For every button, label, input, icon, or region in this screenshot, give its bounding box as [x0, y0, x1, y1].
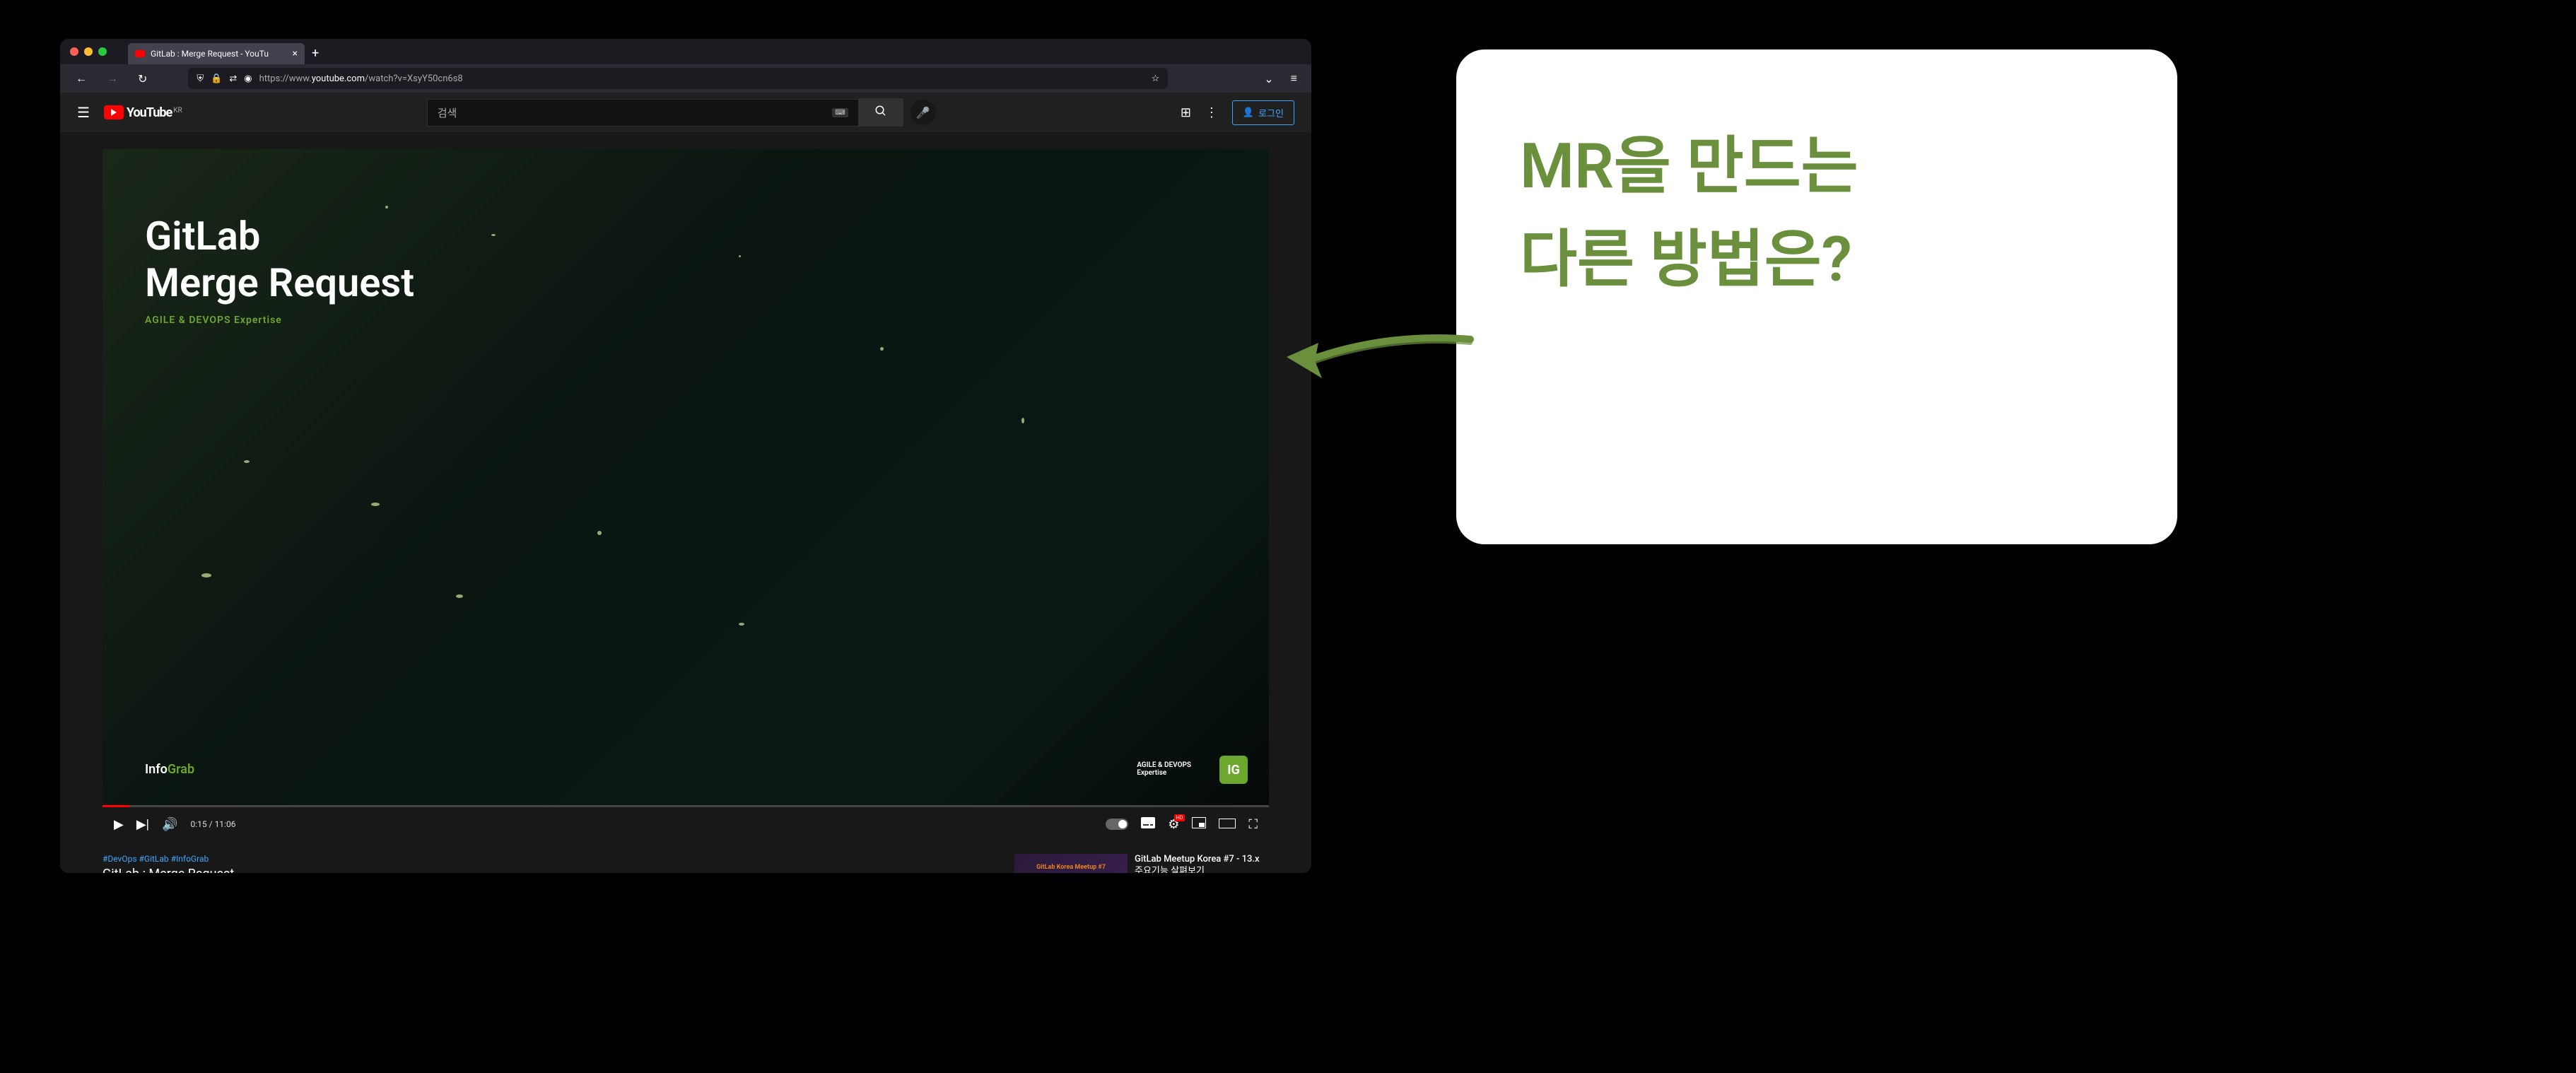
login-button[interactable]: 👤 로그인 — [1232, 100, 1294, 125]
url-bar[interactable]: ⛨ 🔒 ⇄ ◉ https://www.youtube.com/watch?v=… — [188, 68, 1168, 89]
fullscreen-button[interactable]: ⛶ — [1248, 817, 1258, 832]
tab-title: GitLab : Merge Request - YouTu — [151, 49, 287, 59]
window-controls — [70, 47, 107, 56]
url-text: https://www.youtube.com/watch?v=XsyY50cn… — [259, 74, 1144, 84]
search-placeholder: 검색 — [438, 105, 457, 120]
video-title: GitLab : Merge Request — [103, 867, 817, 873]
time-display: 0:15 / 11:06 — [191, 819, 236, 829]
close-window-button[interactable] — [70, 47, 78, 56]
channel-avatar-badge[interactable]: IG — [1219, 756, 1248, 784]
tab-strip: GitLab : Merge Request - YouTu × + — [128, 39, 319, 64]
player-controls: ▶ ▶| 🔊 0:15 / 11:06 ⚙ ⛶ — [103, 807, 1269, 841]
voice-search-button[interactable]: 🎤 — [911, 100, 936, 125]
miniplayer-button[interactable] — [1192, 817, 1206, 832]
youtube-header: ☰ YouTube KR 검색 ⌨ 🎤 ⊞ ⋮ 👤 로그인 — [60, 93, 1311, 132]
controls-left: ▶ ▶| 🔊 0:15 / 11:06 — [114, 817, 235, 832]
slide-subtitle: AGILE & DEVOPS Expertise — [145, 315, 1226, 326]
youtube-favicon — [135, 50, 145, 57]
address-bar: ← → ↻ ⛨ 🔒 ⇄ ◉ https://www.youtube.com/wa… — [60, 64, 1311, 93]
browser-tab[interactable]: GitLab : Merge Request - YouTu × — [128, 43, 305, 64]
media-icon: ◉ — [244, 74, 252, 84]
brand-tagline: AGILE & DEVOPS Expertise — [1137, 761, 1191, 777]
youtube-play-icon — [104, 105, 124, 119]
progress-bar[interactable] — [103, 805, 1269, 807]
hashtags[interactable]: #DevOps #GitLab #InfoGrab — [103, 854, 817, 864]
theater-button[interactable] — [1219, 817, 1236, 832]
new-tab-button[interactable]: + — [312, 46, 319, 61]
apps-grid-icon[interactable]: ⊞ — [1181, 105, 1191, 120]
next-thumbnail: GitLab Korea Meetup #7 GitLab 의 13.x 버전에… — [1014, 854, 1128, 873]
next-button[interactable]: ▶| — [136, 817, 149, 832]
annotation: MR을 만드는 다른 방법은? — [1456, 49, 2177, 544]
close-tab-button[interactable]: × — [293, 48, 298, 59]
slide-title-line2: Merge Request — [145, 259, 1226, 306]
title-bar: GitLab : Merge Request - YouTu × + — [60, 39, 1311, 64]
info-left: #DevOps #GitLab #InfoGrab GitLab : Merge… — [103, 854, 817, 873]
search-button[interactable] — [859, 98, 903, 127]
back-button[interactable]: ← — [69, 67, 94, 90]
pocket-icon[interactable]: ⌄ — [1258, 69, 1279, 88]
volume-button[interactable]: 🔊 — [162, 817, 177, 832]
maximize-window-button[interactable] — [98, 47, 107, 56]
hamburger-menu-icon[interactable]: ☰ — [77, 104, 90, 121]
brand-logo: InfoGrab — [145, 762, 194, 777]
header-right: ⊞ ⋮ 👤 로그인 — [1181, 100, 1294, 125]
app-menu-icon[interactable]: ≡ — [1285, 69, 1303, 88]
bookmark-icon[interactable]: ☆ — [1152, 74, 1160, 84]
forward-button[interactable]: → — [100, 67, 125, 90]
region-label: KR — [173, 107, 182, 115]
captions-button[interactable] — [1141, 817, 1155, 832]
video-info: #DevOps #GitLab #InfoGrab GitLab : Merge… — [60, 841, 1311, 873]
login-label: 로그인 — [1258, 106, 1284, 119]
search-input[interactable]: 검색 ⌨ — [427, 99, 859, 127]
controls-right: ⚙ ⛶ — [1106, 817, 1258, 832]
autoplay-toggle[interactable] — [1106, 819, 1128, 830]
next-info: GitLab Meetup Korea #7 - 13.x 주요기능 살펴보기 … — [1135, 854, 1269, 873]
more-options-icon[interactable]: ⋮ — [1205, 105, 1218, 120]
youtube-logo[interactable]: YouTube KR — [104, 105, 182, 120]
search-container: 검색 ⌨ 🎤 — [427, 98, 936, 127]
slide-content: GitLab Merge Request AGILE & DEVOPS Expe… — [103, 149, 1269, 805]
shield-icon: ⛨ — [197, 74, 204, 84]
action-bar: 👍 4 👎 싫어요 ↪ 공유 ≡+ 저장 ··· — [817, 854, 1015, 873]
header-left: ☰ YouTube KR — [77, 104, 182, 121]
permissions-icon: ⇄ — [229, 74, 237, 84]
reload-button[interactable]: ↻ — [131, 68, 154, 90]
minimize-window-button[interactable] — [84, 47, 93, 56]
arrow-icon — [1280, 318, 1477, 389]
browser-window: GitLab : Merge Request - YouTu × + ← → ↻… — [60, 39, 1311, 873]
progress-fill — [103, 805, 129, 807]
slide-title-line1: GitLab — [145, 213, 1226, 259]
captions-icon — [1141, 817, 1155, 828]
lock-icon: 🔒 — [211, 74, 222, 84]
user-icon: 👤 — [1243, 107, 1254, 118]
play-button[interactable]: ▶ — [114, 817, 124, 832]
next-video[interactable]: GitLab Korea Meetup #7 GitLab 의 13.x 버전에… — [1014, 854, 1269, 873]
annotation-text: MR을 만드는 다른 방법은? — [1520, 120, 2114, 307]
miniplayer-icon — [1192, 817, 1206, 828]
video-container: GitLab Merge Request AGILE & DEVOPS Expe… — [60, 132, 1311, 841]
youtube-logo-text: YouTube — [127, 105, 172, 120]
microphone-icon: 🎤 — [916, 106, 930, 119]
search-icon — [874, 105, 887, 117]
keyboard-icon[interactable]: ⌨ — [832, 108, 848, 117]
next-title: GitLab Meetup Korea #7 - 13.x 주요기능 살펴보기 — [1135, 854, 1269, 873]
theater-icon — [1219, 819, 1236, 828]
annotation-card: MR을 만드는 다른 방법은? — [1456, 49, 2177, 544]
settings-button[interactable]: ⚙ — [1168, 817, 1179, 832]
video-player[interactable]: GitLab Merge Request AGILE & DEVOPS Expe… — [103, 149, 1269, 805]
